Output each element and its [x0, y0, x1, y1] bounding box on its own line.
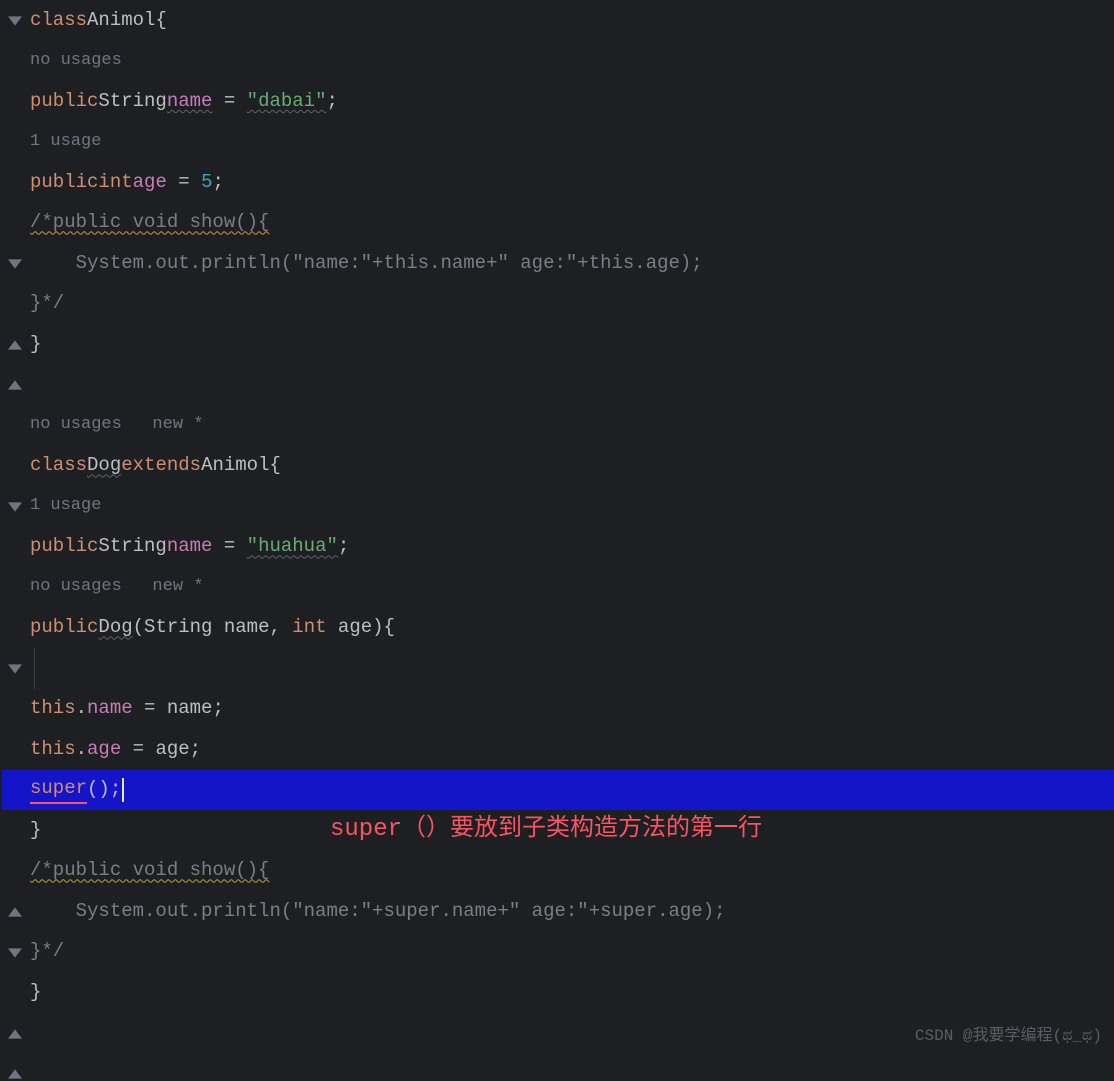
brace: ){: [372, 614, 395, 641]
code-line[interactable]: 1 usage: [30, 122, 1114, 163]
usage-hint: no usages new *: [30, 575, 203, 599]
fold-icon[interactable]: [8, 1067, 22, 1081]
param-name: age: [327, 614, 373, 641]
comment: System.out.println("name:"+super.name+" …: [30, 898, 726, 925]
code-line[interactable]: /*public void show(){: [30, 851, 1114, 892]
code-line[interactable]: public String name = "dabai";: [30, 81, 1114, 122]
comment: }*/: [30, 938, 64, 965]
dot: .: [76, 695, 87, 722]
usage-hint: no usages new *: [30, 413, 203, 437]
fold-icon[interactable]: [8, 257, 22, 271]
keyword: public: [30, 614, 98, 641]
code-line[interactable]: }: [30, 972, 1114, 1013]
usage-hint: 1 usage: [30, 494, 101, 518]
code-line[interactable]: /*public void show(){: [30, 203, 1114, 244]
watermark: CSDN @我要学编程(ಥ_ಥ): [915, 1025, 1102, 1047]
code-line[interactable]: [30, 365, 1114, 406]
code-line[interactable]: public Dog(String name, int age){: [30, 608, 1114, 649]
assignment: = name;: [133, 695, 224, 722]
type: String: [98, 88, 166, 115]
code-line[interactable]: no usages: [30, 41, 1114, 82]
fold-icon[interactable]: [8, 338, 22, 352]
fold-icon[interactable]: [8, 662, 22, 676]
code-line[interactable]: no usages new *: [30, 405, 1114, 446]
fold-icon[interactable]: [8, 946, 22, 960]
comment: System.out.println("name:"+this.name+" a…: [30, 250, 703, 277]
field-name: name: [167, 88, 213, 115]
code-area[interactable]: class Animol{ no usages public String na…: [28, 0, 1114, 1057]
code-line[interactable]: class Dog extends Animol{: [30, 446, 1114, 487]
keyword-this: this: [30, 736, 76, 763]
assignment: = age;: [121, 736, 201, 763]
text-cursor: [122, 778, 124, 802]
param-name: name: [212, 614, 269, 641]
code-line[interactable]: this.name = name;: [30, 689, 1114, 730]
semicolon: ;: [212, 169, 223, 196]
code-line[interactable]: System.out.println("name:"+super.name+" …: [30, 891, 1114, 932]
keyword: extends: [121, 452, 201, 479]
fold-icon[interactable]: [8, 1027, 22, 1041]
code-line[interactable]: }*/: [30, 284, 1114, 325]
constructor-name: Dog: [98, 614, 132, 641]
fold-icon[interactable]: [8, 500, 22, 514]
code-line[interactable]: }*/: [30, 932, 1114, 973]
class-name: Dog: [87, 452, 121, 479]
brace: {: [155, 7, 166, 34]
parent-class: Animol: [201, 452, 269, 479]
param-type: String: [144, 614, 212, 641]
brace: {: [269, 452, 280, 479]
comma: ,: [269, 614, 292, 641]
keyword-this: this: [30, 695, 76, 722]
usage-hint: 1 usage: [30, 130, 101, 154]
keyword: class: [30, 7, 87, 34]
operator: =: [212, 533, 246, 560]
brace: }: [30, 331, 41, 358]
fold-icon[interactable]: [8, 905, 22, 919]
code-line[interactable]: no usages new *: [30, 567, 1114, 608]
operator: =: [212, 88, 246, 115]
brace: }: [30, 817, 41, 844]
code-line-highlighted[interactable]: super();: [2, 770, 1114, 811]
string-literal: "huahua": [247, 533, 338, 560]
semicolon: ;: [338, 533, 349, 560]
field-name: age: [133, 169, 167, 196]
code-line[interactable]: System.out.println("name:"+this.name+" a…: [30, 243, 1114, 284]
comment: /*public void show(){: [30, 209, 269, 236]
code-line[interactable]: 1 usage: [30, 486, 1114, 527]
fold-icon[interactable]: [8, 378, 22, 392]
code-line[interactable]: this.age = age;: [30, 729, 1114, 770]
keyword-super: super: [30, 775, 87, 804]
field-ref: name: [87, 695, 133, 722]
operator: =: [167, 169, 201, 196]
field-name: name: [167, 533, 213, 560]
code-line[interactable]: public int age = 5;: [30, 162, 1114, 203]
comment: }*/: [30, 290, 64, 317]
number-literal: 5: [201, 169, 212, 196]
code-line[interactable]: public String name = "huahua";: [30, 527, 1114, 568]
fold-icon[interactable]: [8, 14, 22, 28]
code-line[interactable]: class Animol{: [30, 0, 1114, 41]
call: ();: [87, 776, 121, 803]
type: int: [98, 169, 132, 196]
brace: }: [30, 979, 41, 1006]
class-name: Animol: [87, 7, 155, 34]
comment: /*public void show(){: [30, 857, 269, 884]
code-line[interactable]: }: [30, 324, 1114, 365]
string-literal: "dabai": [247, 88, 327, 115]
code-editor[interactable]: class Animol{ no usages public String na…: [0, 0, 1114, 1057]
usage-hint: no usages: [30, 49, 122, 73]
keyword: class: [30, 452, 87, 479]
keyword: public: [30, 169, 98, 196]
field-ref: age: [87, 736, 121, 763]
code-line[interactable]: } super（）要放到子类构造方法的第一行: [30, 810, 1114, 851]
error-annotation: super（）要放到子类构造方法的第一行: [330, 813, 762, 847]
gutter: [0, 0, 28, 1057]
keyword: public: [30, 88, 98, 115]
type: String: [98, 533, 166, 560]
dot: .: [76, 736, 87, 763]
param-type: int: [292, 614, 326, 641]
keyword: public: [30, 533, 98, 560]
semicolon: ;: [327, 88, 338, 115]
code-line[interactable]: [30, 648, 1114, 689]
